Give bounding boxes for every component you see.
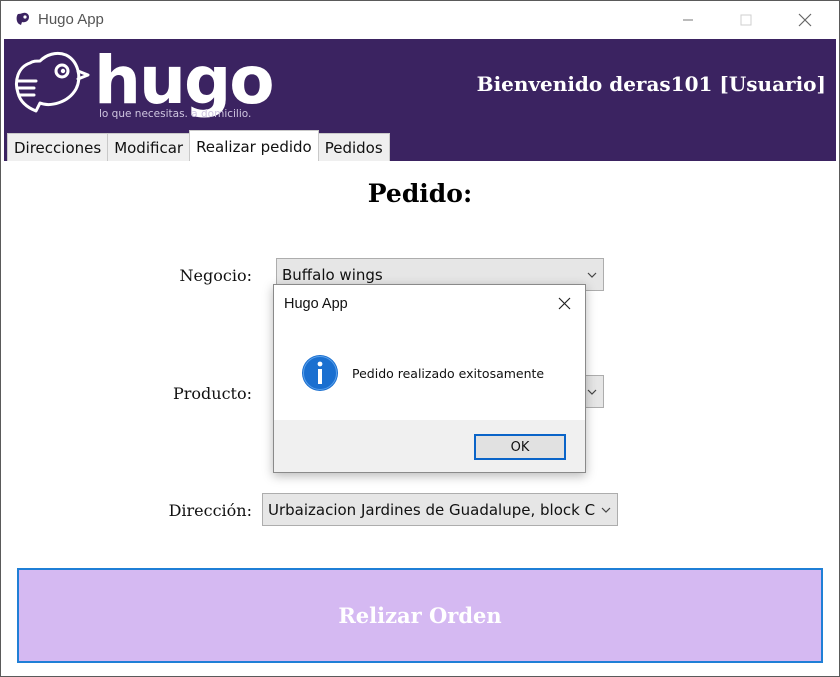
tab-bar: Direcciones Modificar Realizar pedido Pe…	[7, 130, 390, 162]
message-dialog: Hugo App Pedido realizado exitosamente O…	[273, 284, 586, 473]
tab-direcciones[interactable]: Direcciones	[7, 133, 109, 161]
minimize-button[interactable]	[665, 1, 711, 38]
hugo-app-icon	[16, 12, 29, 25]
info-icon	[302, 355, 338, 391]
close-window-button[interactable]	[782, 1, 828, 38]
welcome-message: Bienvenido deras101 [Usuario]	[476, 72, 826, 96]
maximize-button[interactable]	[723, 1, 769, 38]
ok-button[interactable]: OK	[474, 434, 566, 460]
negocio-selected-value: Buffalo wings	[282, 265, 383, 284]
dialog-close-button[interactable]	[549, 290, 579, 316]
page-title: Pedido:	[367, 179, 473, 208]
negocio-label: Negocio:	[179, 266, 252, 285]
direccion-selected-value: Urbaizacion Jardines de Guadalupe, block…	[268, 500, 595, 519]
producto-label: Producto:	[172, 384, 252, 403]
title-bar[interactable]: Hugo App	[1, 1, 839, 38]
chevron-down-icon	[595, 494, 617, 525]
maximize-icon	[740, 14, 752, 25]
app-header: hugo lo que necesitas. a domicilio. Bien…	[4, 39, 836, 162]
tagline: lo que necesitas. a domicilio.	[99, 108, 252, 120]
dialog-footer: OK	[274, 420, 585, 472]
dialog-message: Pedido realizado exitosamente	[352, 366, 545, 381]
direccion-select[interactable]: Urbaizacion Jardines de Guadalupe, block…	[262, 493, 618, 526]
app-window: Hugo App hugo lo que necesitas. a domici…	[0, 0, 840, 677]
tab-realizar-pedido[interactable]: Realizar pedido	[189, 130, 319, 162]
minimize-icon	[683, 19, 693, 20]
window-title: Hugo App	[38, 11, 104, 28]
dialog-title: Hugo App	[284, 296, 348, 312]
tab-modificar[interactable]: Modificar	[107, 133, 191, 161]
direccion-label: Dirección:	[168, 501, 252, 520]
tab-pedidos[interactable]: Pedidos	[317, 133, 390, 161]
place-order-button[interactable]: Relizar Orden	[17, 568, 823, 663]
close-icon	[558, 297, 570, 309]
close-icon	[798, 13, 812, 26]
